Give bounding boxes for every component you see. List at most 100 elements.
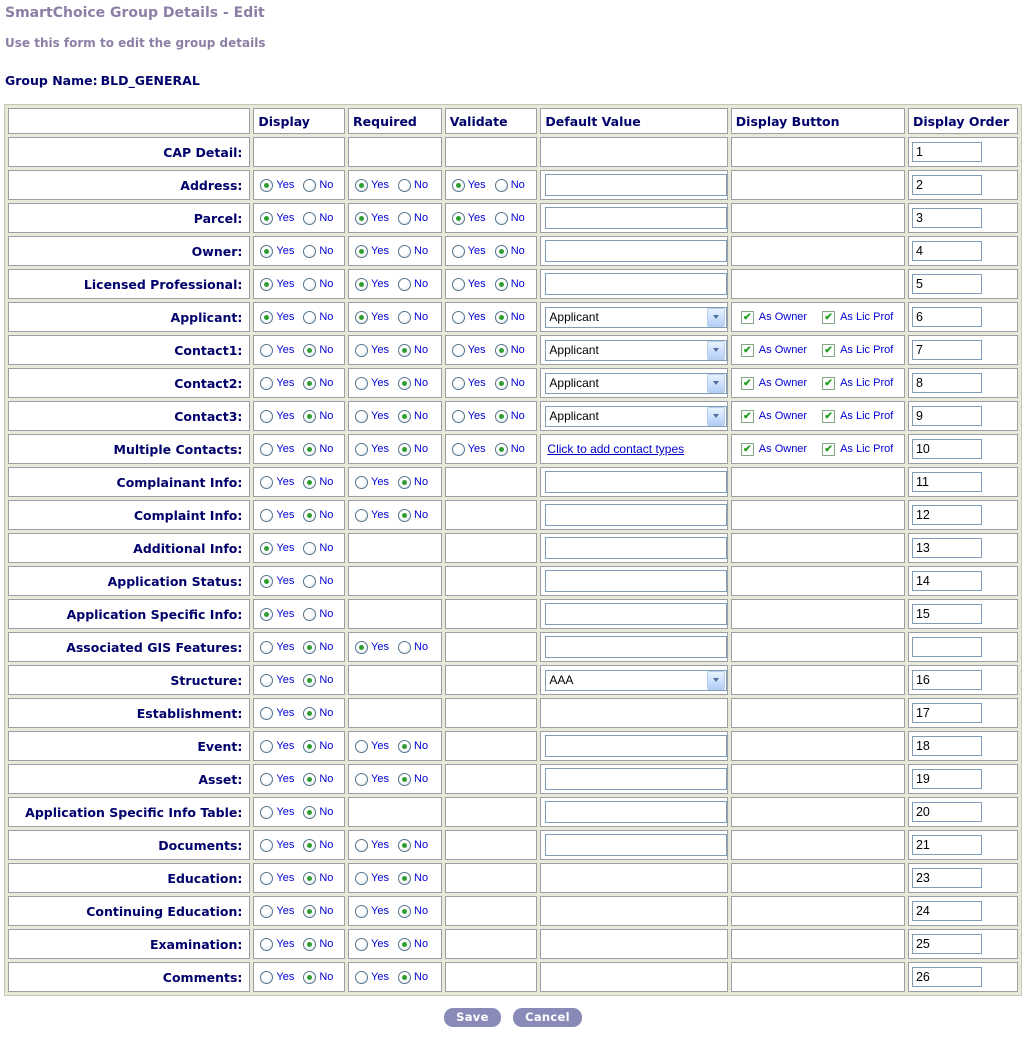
display-yes-radio[interactable] [260, 278, 273, 291]
display-yes-radio[interactable] [260, 212, 273, 225]
required-no-radio[interactable] [398, 410, 411, 423]
display-yes-radio[interactable] [260, 344, 273, 357]
display-no-radio[interactable] [303, 344, 316, 357]
display-yes-radio[interactable] [260, 674, 273, 687]
display-order-input[interactable] [912, 835, 982, 855]
display-no-radio[interactable] [303, 212, 316, 225]
required-no-radio[interactable] [398, 971, 411, 984]
display-no-radio[interactable] [303, 542, 316, 555]
display-order-input[interactable] [912, 967, 982, 987]
default-value-input[interactable] [545, 537, 727, 559]
default-value-select[interactable]: Applicant [545, 340, 727, 361]
default-value-input[interactable] [545, 504, 727, 526]
required-yes-radio[interactable] [355, 344, 368, 357]
display-order-input[interactable] [912, 571, 982, 591]
display-yes-radio[interactable] [260, 476, 273, 489]
default-value-select[interactable]: Applicant [545, 307, 727, 328]
required-no-radio[interactable] [398, 245, 411, 258]
as-owner-checkbox[interactable]: ✔ [741, 443, 754, 456]
display-order-input[interactable] [912, 142, 982, 162]
required-yes-radio[interactable] [355, 410, 368, 423]
display-no-radio[interactable] [303, 674, 316, 687]
display-order-input[interactable] [912, 373, 982, 393]
required-yes-radio[interactable] [355, 476, 368, 489]
default-value-input[interactable] [545, 834, 727, 856]
required-no-radio[interactable] [398, 377, 411, 390]
display-order-input[interactable] [912, 703, 982, 723]
cancel-button[interactable]: Cancel [513, 1008, 582, 1027]
display-no-radio[interactable] [303, 410, 316, 423]
default-value-input[interactable] [545, 240, 727, 262]
display-no-radio[interactable] [303, 938, 316, 951]
display-no-radio[interactable] [303, 641, 316, 654]
required-no-radio[interactable] [398, 278, 411, 291]
required-no-radio[interactable] [398, 938, 411, 951]
display-no-radio[interactable] [303, 707, 316, 720]
display-yes-radio[interactable] [260, 938, 273, 951]
as-owner-checkbox[interactable]: ✔ [741, 377, 754, 390]
display-order-input[interactable] [912, 934, 982, 954]
display-order-input[interactable] [912, 406, 982, 426]
display-order-input[interactable] [912, 241, 982, 261]
display-yes-radio[interactable] [260, 179, 273, 192]
save-button[interactable]: Save [444, 1008, 501, 1027]
as-owner-checkbox[interactable]: ✔ [741, 410, 754, 423]
display-no-radio[interactable] [303, 245, 316, 258]
validate-yes-radio[interactable] [452, 410, 465, 423]
display-order-input[interactable] [912, 538, 982, 558]
display-yes-radio[interactable] [260, 377, 273, 390]
required-no-radio[interactable] [398, 443, 411, 456]
default-value-input[interactable] [545, 768, 727, 790]
display-order-input[interactable] [912, 637, 982, 657]
default-value-input[interactable] [545, 603, 727, 625]
validate-no-radio[interactable] [495, 410, 508, 423]
display-no-radio[interactable] [303, 311, 316, 324]
required-no-radio[interactable] [398, 476, 411, 489]
validate-yes-radio[interactable] [452, 344, 465, 357]
required-yes-radio[interactable] [355, 971, 368, 984]
display-no-radio[interactable] [303, 377, 316, 390]
required-no-radio[interactable] [398, 641, 411, 654]
display-yes-radio[interactable] [260, 311, 273, 324]
required-no-radio[interactable] [398, 740, 411, 753]
required-yes-radio[interactable] [355, 509, 368, 522]
validate-no-radio[interactable] [495, 311, 508, 324]
display-yes-radio[interactable] [260, 707, 273, 720]
display-order-input[interactable] [912, 736, 982, 756]
display-yes-radio[interactable] [260, 542, 273, 555]
required-no-radio[interactable] [398, 509, 411, 522]
display-no-radio[interactable] [303, 806, 316, 819]
required-yes-radio[interactable] [355, 377, 368, 390]
display-order-input[interactable] [912, 505, 982, 525]
validate-yes-radio[interactable] [452, 278, 465, 291]
display-yes-radio[interactable] [260, 806, 273, 819]
required-yes-radio[interactable] [355, 740, 368, 753]
display-no-radio[interactable] [303, 443, 316, 456]
validate-yes-radio[interactable] [452, 443, 465, 456]
as-lic-prof-checkbox[interactable]: ✔ [822, 344, 835, 357]
required-yes-radio[interactable] [355, 773, 368, 786]
add-contact-types-link[interactable]: Click to add contact types [543, 442, 684, 456]
display-order-input[interactable] [912, 208, 982, 228]
required-yes-radio[interactable] [355, 245, 368, 258]
validate-no-radio[interactable] [495, 278, 508, 291]
required-yes-radio[interactable] [355, 179, 368, 192]
as-owner-checkbox[interactable]: ✔ [741, 344, 754, 357]
default-value-input[interactable] [545, 636, 727, 658]
display-yes-radio[interactable] [260, 245, 273, 258]
required-no-radio[interactable] [398, 839, 411, 852]
required-yes-radio[interactable] [355, 443, 368, 456]
as-lic-prof-checkbox[interactable]: ✔ [822, 311, 835, 324]
as-lic-prof-checkbox[interactable]: ✔ [822, 410, 835, 423]
as-lic-prof-checkbox[interactable]: ✔ [822, 377, 835, 390]
default-value-select[interactable]: Applicant [545, 406, 727, 427]
display-yes-radio[interactable] [260, 410, 273, 423]
display-no-radio[interactable] [303, 278, 316, 291]
validate-no-radio[interactable] [495, 377, 508, 390]
default-value-input[interactable] [545, 273, 727, 295]
display-yes-radio[interactable] [260, 971, 273, 984]
required-yes-radio[interactable] [355, 905, 368, 918]
display-yes-radio[interactable] [260, 443, 273, 456]
validate-yes-radio[interactable] [452, 377, 465, 390]
display-yes-radio[interactable] [260, 773, 273, 786]
